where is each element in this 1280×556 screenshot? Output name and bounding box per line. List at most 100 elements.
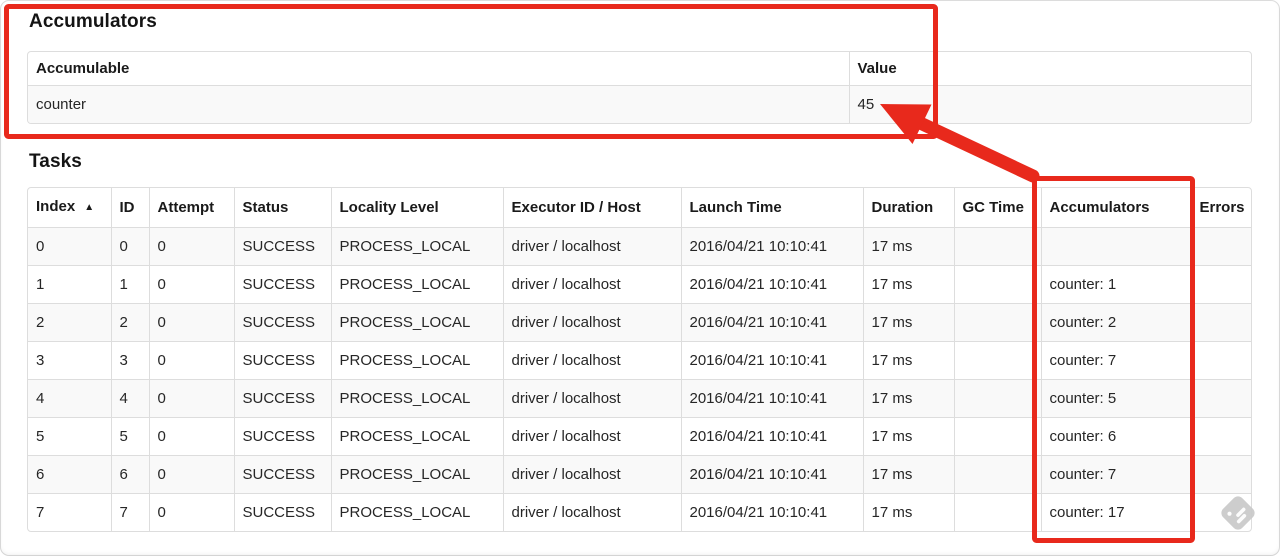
task-col-header-duration[interactable]: Duration [862,188,954,228]
task-cell-accumulators [1040,227,1191,266]
task-cell-duration: 17 ms [862,417,954,456]
task-cell-accumulators: counter: 2 [1040,303,1191,342]
task-cell-index: 4 [28,379,111,418]
task-cell-index: 0 [28,227,111,266]
task-cell-index: 1 [28,265,111,304]
task-cell-status: SUCCESS [233,341,331,380]
accumulable-cell-accumulable: counter [28,85,849,123]
task-cell-status: SUCCESS [233,493,331,531]
task-row-0: 0 0 0 SUCCESS PROCESS_LOCAL driver / localhos… [28,227,1251,266]
task-cell-errors [1190,379,1251,418]
task-cell-index: 6 [28,455,111,494]
accumulable-col-header-value: Value [848,52,1251,86]
task-col-header-accumulators[interactable]: Accumulators [1040,188,1191,228]
task-cell-status: SUCCESS [233,265,331,304]
task-cell-gc-time [953,303,1041,342]
task-cell-index: 7 [28,493,111,531]
task-cell-index: 3 [28,341,111,380]
task-cell-executor-id-host: driver / localhost [502,303,681,342]
task-cell-attempt: 0 [148,265,234,304]
task-col-header-gc-time[interactable]: GC Time [953,188,1041,228]
task-col-header-errors[interactable]: Errors [1190,188,1251,228]
task-cell-launch-time: 2016/04/21 10:10:41 [680,265,863,304]
task-cell-launch-time: 2016/04/21 10:10:41 [680,341,863,380]
task-cell-gc-time [953,227,1041,266]
task-cell-accumulators: counter: 7 [1040,341,1191,380]
task-cell-executor-id-host: driver / localhost [502,379,681,418]
task-col-header-status[interactable]: Status [233,188,331,228]
column-label: GC Time [962,199,1024,216]
task-header-row: Index ▲ ID Attempt Status Locality Level Execu… [28,188,1251,228]
task-cell-duration: 17 ms [862,379,954,418]
accumulable-header-row: Accumulable Value [28,52,1251,86]
task-cell-locality-level: PROCESS_LOCAL [330,493,503,531]
task-cell-gc-time [953,455,1041,494]
task-row-7: 7 7 0 SUCCESS PROCESS_LOCAL driver / localhos… [28,493,1251,531]
column-label: Attempt [157,199,215,216]
sort-ascending-icon: ▲ [84,202,95,213]
task-cell-status: SUCCESS [233,417,331,456]
task-cell-duration: 17 ms [862,227,954,266]
task-row-6: 6 6 0 SUCCESS PROCESS_LOCAL driver / localhos… [28,455,1251,494]
task-cell-id: 1 [110,265,149,304]
task-col-header-id[interactable]: ID [110,188,149,228]
task-cell-launch-time: 2016/04/21 10:10:41 [680,493,863,531]
column-label: Launch Time [689,199,782,216]
task-row-5: 5 5 0 SUCCESS PROCESS_LOCAL driver / localhos… [28,417,1251,456]
accumulable-cell-value: 45 [848,85,1251,123]
accumulable-col-header-accumulable: Accumulable [28,52,849,86]
task-col-header-executor-id-host[interactable]: Executor ID / Host [502,188,681,228]
task-cell-attempt: 0 [148,379,234,418]
column-label: Locality Level [339,199,439,216]
task-cell-executor-id-host: driver / localhost [502,417,681,456]
task-cell-attempt: 0 [148,493,234,531]
task-cell-executor-id-host: driver / localhost [502,227,681,266]
accumulators-table: Accumulable Value counter 45 [27,51,1252,124]
task-cell-id: 0 [110,227,149,266]
task-cell-duration: 17 ms [862,341,954,380]
task-cell-executor-id-host: driver / localhost [502,341,681,380]
column-label: Duration [871,199,934,216]
task-row-4: 4 4 0 SUCCESS PROCESS_LOCAL driver / localhos… [28,379,1251,418]
task-cell-duration: 17 ms [862,303,954,342]
task-cell-errors [1190,493,1251,531]
column-label: Value [857,60,897,77]
task-col-header-attempt[interactable]: Attempt [148,188,234,228]
task-cell-errors [1190,341,1251,380]
column-label: Accumulable [36,60,130,77]
task-cell-locality-level: PROCESS_LOCAL [330,417,503,456]
task-cell-status: SUCCESS [233,303,331,342]
task-cell-executor-id-host: driver / localhost [502,265,681,304]
task-cell-attempt: 0 [148,227,234,266]
task-cell-launch-time: 2016/04/21 10:10:41 [680,303,863,342]
task-col-header-index[interactable]: Index ▲ [28,188,111,228]
task-cell-accumulators: counter: 5 [1040,379,1191,418]
column-label: Accumulators [1049,199,1150,216]
task-cell-accumulators: counter: 7 [1040,455,1191,494]
task-cell-locality-level: PROCESS_LOCAL [330,379,503,418]
task-cell-errors [1190,303,1251,342]
task-cell-gc-time [953,417,1041,456]
task-cell-status: SUCCESS [233,455,331,494]
task-cell-gc-time [953,265,1041,304]
task-cell-status: SUCCESS [233,379,331,418]
task-cell-locality-level: PROCESS_LOCAL [330,303,503,342]
task-cell-locality-level: PROCESS_LOCAL [330,341,503,380]
task-cell-gc-time [953,341,1041,380]
column-label: Executor ID / Host [511,199,641,216]
task-cell-duration: 17 ms [862,455,954,494]
task-cell-gc-time [953,379,1041,418]
task-col-header-locality-level[interactable]: Locality Level [330,188,503,228]
task-cell-errors [1190,455,1251,494]
task-col-header-launch-time[interactable]: Launch Time [680,188,863,228]
task-cell-executor-id-host: driver / localhost [502,455,681,494]
task-cell-accumulators: counter: 17 [1040,493,1191,531]
column-label: Index [36,198,76,215]
task-cell-attempt: 0 [148,455,234,494]
task-cell-launch-time: 2016/04/21 10:10:41 [680,227,863,266]
task-cell-errors [1190,227,1251,266]
task-row-2: 2 2 0 SUCCESS PROCESS_LOCAL driver / localhos… [28,303,1251,342]
task-cell-id: 6 [110,455,149,494]
task-cell-duration: 17 ms [862,265,954,304]
task-cell-launch-time: 2016/04/21 10:10:41 [680,417,863,456]
